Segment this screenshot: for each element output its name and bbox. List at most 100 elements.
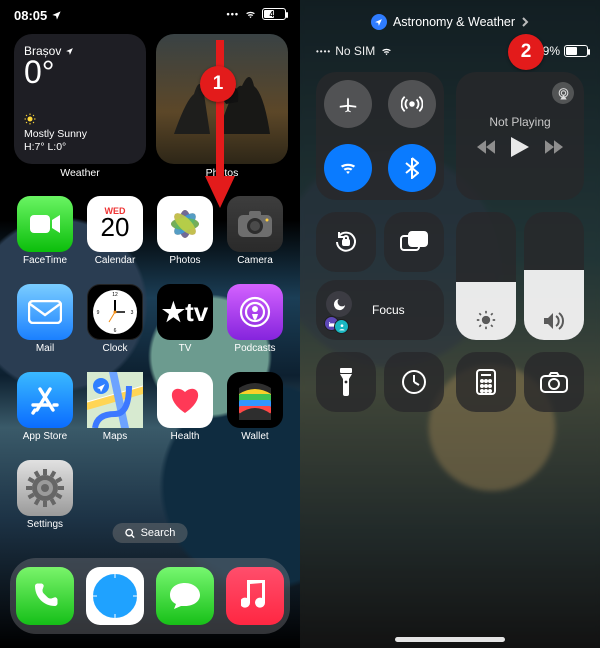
- next-icon[interactable]: [545, 140, 563, 154]
- app-maps[interactable]: Maps: [84, 372, 146, 442]
- wifi-icon: [243, 9, 258, 20]
- app-label: Clock: [102, 343, 127, 354]
- sun-icon: [24, 113, 36, 125]
- app-wallet[interactable]: Wallet: [224, 372, 286, 442]
- brightness-icon: [456, 310, 516, 330]
- brightness-slider[interactable]: [456, 212, 516, 340]
- focus-tile[interactable]: Focus: [316, 280, 444, 340]
- calculator-button[interactable]: [456, 352, 516, 412]
- app-appstore[interactable]: App Store: [14, 372, 76, 442]
- connectivity-tile[interactable]: [316, 72, 444, 200]
- wallet-icon: [227, 372, 283, 428]
- focus-label: Focus: [372, 303, 405, 317]
- flashlight-icon: [338, 368, 354, 396]
- app-health[interactable]: Health: [154, 372, 216, 442]
- airplay-icon: [557, 87, 570, 100]
- now-playing-label: Not Playing: [489, 115, 550, 129]
- camera-button[interactable]: [524, 352, 584, 412]
- app-label: Mail: [36, 343, 54, 354]
- app-label: Podcasts: [234, 343, 275, 354]
- prev-icon[interactable]: [477, 140, 495, 154]
- app-label: TV: [179, 343, 192, 354]
- widget-label-weather: Weather: [14, 167, 146, 179]
- wifi-icon: [379, 46, 394, 57]
- widget-label-photos: Photos: [156, 167, 288, 179]
- app-label: Calendar: [95, 255, 136, 266]
- callout-1: 1: [200, 66, 236, 102]
- app-tv[interactable]: ★tv TV: [154, 284, 216, 354]
- timer-button[interactable]: [384, 352, 444, 412]
- app-clock[interactable]: 12 3 6 9 Clock: [84, 284, 146, 354]
- calendar-icon: WED20: [87, 196, 143, 252]
- app-grid: FaceTime WED20 Calendar Photos Camera Mai…: [14, 196, 286, 530]
- orientation-lock[interactable]: [316, 212, 376, 272]
- screen-mirroring[interactable]: [384, 212, 444, 272]
- svg-text:3: 3: [131, 310, 134, 316]
- spotlight-search[interactable]: Search: [113, 523, 188, 543]
- cellular-toggle[interactable]: [388, 80, 436, 128]
- location-icon: [51, 10, 62, 21]
- focus-icons: [326, 291, 364, 329]
- cellular-dots-icon: ••••: [316, 47, 331, 56]
- bluetooth-icon: [405, 157, 419, 179]
- app-podcasts[interactable]: Podcasts: [224, 284, 286, 354]
- svg-text:9: 9: [97, 310, 100, 316]
- app-label: Wallet: [241, 431, 268, 442]
- maps-icon: [87, 372, 143, 428]
- callout-2: 2: [508, 34, 544, 70]
- svg-text:6: 6: [114, 328, 117, 334]
- app-camera[interactable]: Camera: [224, 196, 286, 266]
- app-facetime[interactable]: FaceTime: [14, 196, 76, 266]
- carrier-label: No SIM: [335, 44, 375, 58]
- media-tile[interactable]: Not Playing: [456, 72, 584, 200]
- app-label: Health: [171, 431, 200, 442]
- play-icon[interactable]: [511, 137, 529, 157]
- clock-text: 08:05: [14, 8, 47, 23]
- calculator-icon: [476, 369, 496, 395]
- flashlight-button[interactable]: [316, 352, 376, 412]
- app-calendar[interactable]: WED20 Calendar: [84, 196, 146, 266]
- rotation-lock-icon: [333, 229, 359, 255]
- timer-icon: [401, 369, 427, 395]
- health-icon: [157, 372, 213, 428]
- facetime-icon: [17, 196, 73, 252]
- battery-icon: [564, 45, 588, 57]
- appstore-icon: [17, 372, 73, 428]
- airplay-button[interactable]: [552, 82, 574, 104]
- volume-icon: [524, 312, 584, 330]
- bluetooth-toggle[interactable]: [388, 144, 436, 192]
- status-right: ••• 49: [227, 8, 286, 20]
- app-photos[interactable]: Photos: [154, 196, 216, 266]
- return-app-label: Astronomy & Weather: [393, 15, 515, 29]
- wifi-toggle[interactable]: [324, 144, 372, 192]
- status-time: 08:05: [14, 8, 62, 23]
- dock-safari[interactable]: [86, 567, 144, 625]
- airplane-toggle[interactable]: [324, 80, 372, 128]
- weather-widget[interactable]: Brașov 0° Mostly Sunny H:7° L:0°: [14, 34, 146, 164]
- wifi-icon: [337, 159, 359, 177]
- dock-music[interactable]: [226, 567, 284, 625]
- dock-messages[interactable]: [156, 567, 214, 625]
- app-mail[interactable]: Mail: [14, 284, 76, 354]
- volume-slider[interactable]: [524, 212, 584, 340]
- cc-status-bar: ••••No SIM 49%: [316, 44, 588, 58]
- airplane-icon: [337, 93, 359, 115]
- tv-icon: ★tv: [157, 284, 213, 340]
- svg-text:12: 12: [112, 292, 118, 298]
- home-indicator[interactable]: [395, 637, 505, 642]
- podcasts-icon: [227, 284, 283, 340]
- weather-temp: 0°: [24, 54, 136, 91]
- location-icon: [65, 47, 74, 56]
- weather-hilo: H:7° L:0°: [24, 141, 66, 153]
- return-to-app[interactable]: Astronomy & Weather: [300, 14, 600, 30]
- search-icon: [125, 528, 136, 539]
- weather-desc: Mostly Sunny: [24, 128, 87, 140]
- app-label: Camera: [237, 255, 273, 266]
- dock-phone[interactable]: [16, 567, 74, 625]
- moon-icon: [326, 291, 352, 317]
- dock: [10, 558, 290, 634]
- settings-icon: [17, 460, 73, 516]
- screen-mirror-icon: [400, 231, 428, 253]
- search-label: Search: [141, 527, 176, 539]
- app-settings[interactable]: Settings: [14, 460, 76, 530]
